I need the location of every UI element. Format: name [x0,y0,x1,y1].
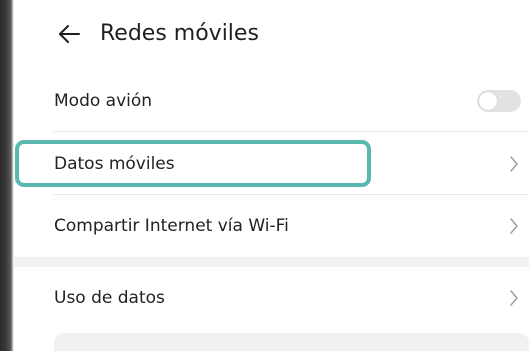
airplane-mode-toggle[interactable] [477,90,521,112]
arrow-left-icon [59,25,80,43]
toggle-knob [479,92,497,110]
chevron-right-icon [510,218,518,234]
back-button[interactable] [54,20,84,48]
wifi-hotspot-row[interactable]: Compartir Internet vía Wi-Fi [14,195,529,257]
airplane-mode-label: Modo avión [54,91,153,111]
mobile-networks-screen: Redes móviles Modo avión Datos móviles C… [0,0,529,351]
device-frame-edge [0,0,14,351]
page-header: Redes móviles [14,0,529,70]
chevron-right-icon [510,156,518,172]
section-separator [14,257,529,267]
chevron-right-icon [510,290,518,306]
airplane-mode-row[interactable]: Modo avión [14,70,529,132]
data-usage-label: Uso de datos [54,288,165,308]
page-title: Redes móviles [100,21,259,46]
mobile-data-label: Datos móviles [54,154,175,174]
divider [54,131,529,132]
wifi-hotspot-label: Compartir Internet vía Wi-Fi [54,216,289,236]
next-section-card [54,333,529,351]
data-usage-row[interactable]: Uso de datos [14,267,529,329]
mobile-data-row[interactable]: Datos móviles [14,133,529,195]
